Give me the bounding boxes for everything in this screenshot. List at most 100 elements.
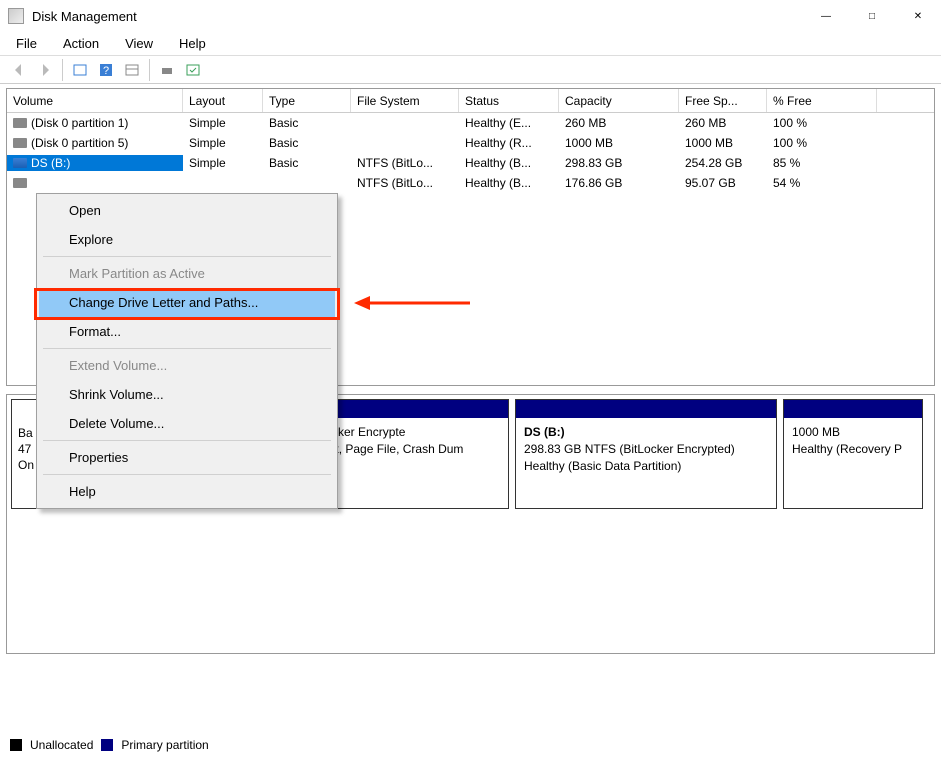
volume-cell: Healthy (E... xyxy=(459,115,559,131)
toolbar: ? xyxy=(0,56,941,84)
col-pctfree[interactable]: % Free xyxy=(767,89,877,112)
context-menu-separator xyxy=(43,348,331,349)
volume-cell: Basic xyxy=(263,135,351,151)
col-layout[interactable]: Layout xyxy=(183,89,263,112)
col-capacity[interactable]: Capacity xyxy=(559,89,679,112)
volume-icon xyxy=(13,178,27,188)
volume-cell: 95.07 GB xyxy=(679,175,767,191)
partition-color-bar xyxy=(516,400,776,418)
col-filesystem[interactable]: File System xyxy=(351,89,459,112)
context-menu: OpenExplore Mark Partition as ActiveChang… xyxy=(36,193,338,509)
volume-cell xyxy=(351,122,459,124)
volume-row[interactable]: (Disk 0 partition 5)SimpleBasic Healthy (… xyxy=(7,133,934,153)
partition-line: 1000 MB xyxy=(792,424,914,441)
volume-cell: DS (B:) xyxy=(7,155,183,171)
context-menu-item[interactable]: Help xyxy=(39,477,335,506)
context-menu-item[interactable]: Properties xyxy=(39,443,335,472)
context-menu-separator xyxy=(43,474,331,475)
volume-cell: 298.83 GB xyxy=(559,155,679,171)
back-button[interactable] xyxy=(8,59,30,81)
legend: Unallocated Primary partition xyxy=(10,738,209,752)
forward-button[interactable] xyxy=(34,59,56,81)
col-type[interactable]: Type xyxy=(263,89,351,112)
context-menu-item[interactable]: Shrink Volume... xyxy=(39,380,335,409)
volume-cell: Simple xyxy=(183,115,263,131)
volume-cell: Basic xyxy=(263,115,351,131)
context-menu-separator xyxy=(43,440,331,441)
close-button[interactable]: ✕ xyxy=(895,0,941,32)
context-menu-separator xyxy=(43,256,331,257)
toolbar-icon-4[interactable] xyxy=(156,59,178,81)
volume-cell: (Disk 0 partition 1) xyxy=(7,115,183,131)
volume-cell: 100 % xyxy=(767,135,877,151)
menu-view[interactable]: View xyxy=(121,34,157,53)
volume-cell xyxy=(351,142,459,144)
col-status[interactable]: Status xyxy=(459,89,559,112)
context-menu-item: Mark Partition as Active xyxy=(39,259,335,288)
volume-icon xyxy=(13,118,27,128)
partition-line: 298.83 GB NTFS (BitLocker Encrypted) xyxy=(524,441,768,458)
legend-unallocated-label: Unallocated xyxy=(30,738,93,752)
volume-rows: (Disk 0 partition 1)SimpleBasicHealthy (… xyxy=(7,113,934,193)
volume-icon xyxy=(13,158,27,168)
partition-box[interactable]: 1000 MBHealthy (Recovery P xyxy=(783,399,923,509)
context-menu-item[interactable]: Open xyxy=(39,196,335,225)
volume-cell: 100 % xyxy=(767,115,877,131)
menu-action[interactable]: Action xyxy=(59,34,103,53)
context-menu-item[interactable]: Format... xyxy=(39,317,335,346)
toolbar-icon-1[interactable] xyxy=(69,59,91,81)
context-menu-item: Extend Volume... xyxy=(39,351,335,380)
volume-cell: 54 % xyxy=(767,175,877,191)
partition-line: Healthy (Basic Data Partition) xyxy=(524,458,768,475)
volume-cell: 260 MB xyxy=(679,115,767,131)
col-freespace[interactable]: Free Sp... xyxy=(679,89,767,112)
toolbar-icon-5[interactable] xyxy=(182,59,204,81)
menu-file[interactable]: File xyxy=(12,34,41,53)
volume-cell xyxy=(263,182,351,184)
window-buttons: — □ ✕ xyxy=(803,0,941,32)
context-menu-item[interactable]: Delete Volume... xyxy=(39,409,335,438)
volume-row[interactable]: (Disk 0 partition 1)SimpleBasic Healthy (… xyxy=(7,113,934,133)
maximize-button[interactable]: □ xyxy=(849,0,895,32)
menubar: File Action View Help xyxy=(0,32,941,56)
context-menu-item[interactable]: Explore xyxy=(39,225,335,254)
volume-cell: 1000 MB xyxy=(559,135,679,151)
col-volume[interactable]: Volume xyxy=(7,89,183,112)
legend-primary-icon xyxy=(101,739,113,751)
volume-icon xyxy=(13,138,27,148)
legend-unallocated-icon xyxy=(10,739,22,751)
titlebar: Disk Management — □ ✕ xyxy=(0,0,941,32)
volume-cell: Healthy (B... xyxy=(459,175,559,191)
volume-cell: 254.28 GB xyxy=(679,155,767,171)
volume-cell xyxy=(7,177,183,189)
volume-cell: NTFS (BitLo... xyxy=(351,175,459,191)
volume-cell: Simple xyxy=(183,135,263,151)
partition-body: 1000 MBHealthy (Recovery P xyxy=(784,418,922,464)
volume-list-header: Volume Layout Type File System Status Ca… xyxy=(7,89,934,113)
volume-cell xyxy=(183,182,263,184)
volume-cell: 176.86 GB xyxy=(559,175,679,191)
partition-body: DS (B:)298.83 GB NTFS (BitLocker Encrypt… xyxy=(516,418,776,480)
toolbar-icon-3[interactable] xyxy=(121,59,143,81)
volume-cell: Simple xyxy=(183,155,263,171)
context-menu-item[interactable]: Change Drive Letter and Paths... xyxy=(39,288,335,317)
partition-line: Healthy (Recovery P xyxy=(792,441,914,458)
volume-row[interactable]: DS (B:)SimpleBasicNTFS (BitLo...Healthy … xyxy=(7,153,934,173)
legend-primary-label: Primary partition xyxy=(121,738,208,752)
volume-cell: Healthy (B... xyxy=(459,155,559,171)
volume-cell: NTFS (BitLo... xyxy=(351,155,459,171)
svg-text:?: ? xyxy=(103,65,109,77)
minimize-button[interactable]: — xyxy=(803,0,849,32)
volume-cell: (Disk 0 partition 5) xyxy=(7,135,183,151)
window-title: Disk Management xyxy=(32,9,803,24)
volume-cell: 1000 MB xyxy=(679,135,767,151)
partition-box[interactable]: DS (B:)298.83 GB NTFS (BitLocker Encrypt… xyxy=(515,399,777,509)
help-icon[interactable]: ? xyxy=(95,59,117,81)
volume-cell: Healthy (R... xyxy=(459,135,559,151)
partition-color-bar xyxy=(784,400,922,418)
volume-cell: 85 % xyxy=(767,155,877,171)
partition-title: DS (B:) xyxy=(524,424,768,441)
volume-row[interactable]: NTFS (BitLo...Healthy (B...176.86 GB95.0… xyxy=(7,173,934,193)
volume-cell: 260 MB xyxy=(559,115,679,131)
menu-help[interactable]: Help xyxy=(175,34,210,53)
